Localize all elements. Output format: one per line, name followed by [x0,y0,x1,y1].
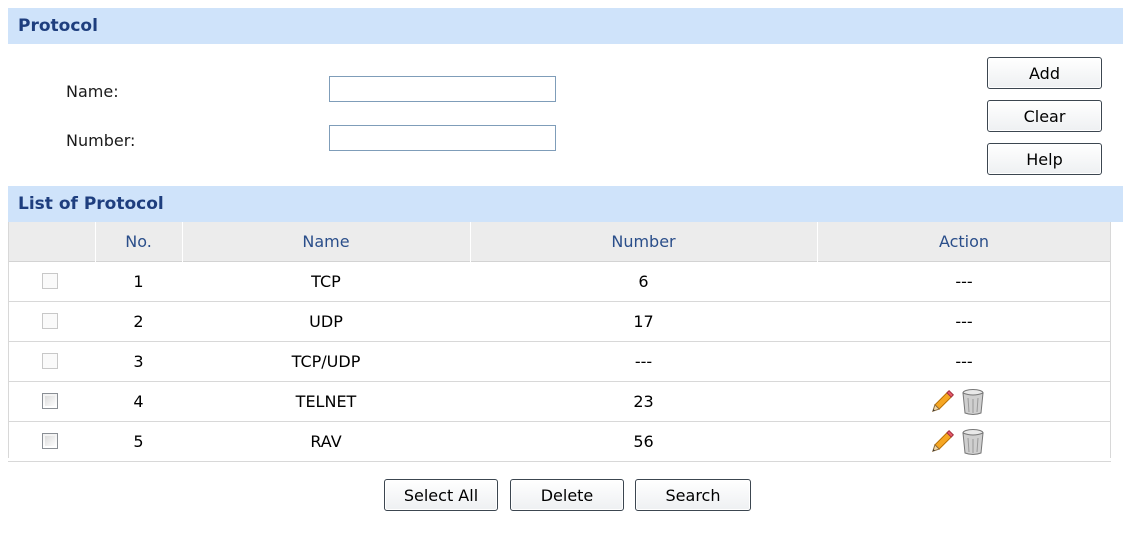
header-no[interactable]: No. [95,222,182,262]
select-all-button[interactable]: Select All [384,479,498,511]
row-checkbox [42,313,58,329]
number-label: Number: [66,131,136,150]
help-button[interactable]: Help [987,143,1102,175]
table-row: 5 RAV 56 [8,422,1111,462]
clear-button[interactable]: Clear [987,100,1102,132]
row-number: 23 [633,392,654,411]
row-checkbox [42,353,58,369]
row-name: TCP [311,272,341,291]
row-no: 2 [133,312,144,331]
row-no: 1 [133,272,144,291]
row-name: UDP [309,312,343,331]
name-input[interactable] [329,76,556,102]
row-no: 5 [133,432,144,451]
delete-button[interactable]: Delete [510,479,624,511]
row-checkbox[interactable] [42,433,58,449]
row-number: 6 [638,272,649,291]
name-label: Name: [66,82,119,101]
row-number: 17 [633,312,654,331]
header-number[interactable]: Number [470,222,817,262]
row-action: --- [955,312,973,331]
search-button[interactable]: Search [635,479,751,511]
pencil-icon[interactable] [928,388,956,416]
row-name: RAV [310,432,342,451]
table-row: 4 TELNET 23 [8,382,1111,422]
list-section-title: List of Protocol [18,194,164,214]
row-number: 56 [633,432,654,451]
header-action: Action [938,232,990,251]
trash-can-icon[interactable] [960,388,986,416]
table-row: 3 TCP/UDP --- --- [8,342,1111,382]
protocol-section-title: Protocol [18,16,98,36]
table-row: 2 UDP 17 --- [8,302,1111,342]
row-action: --- [955,272,973,291]
row-number: --- [634,352,653,371]
row-no: 4 [133,392,144,411]
row-no: 3 [133,352,144,371]
pencil-icon[interactable] [928,428,956,456]
protocol-section-header: Protocol [8,8,1123,44]
table-header-row: No. Name Number Action [8,222,1111,262]
number-input[interactable] [329,125,556,151]
add-button[interactable]: Add [987,57,1102,89]
table-row: 1 TCP 6 --- [8,262,1111,302]
row-action: --- [955,352,973,371]
row-checkbox [42,273,58,289]
list-section-header: List of Protocol [8,186,1123,222]
trash-can-icon[interactable] [960,428,986,456]
header-name[interactable]: Name [182,222,470,262]
row-checkbox[interactable] [42,393,58,409]
row-name: TCP/UDP [291,352,361,371]
row-name: TELNET [295,392,357,411]
